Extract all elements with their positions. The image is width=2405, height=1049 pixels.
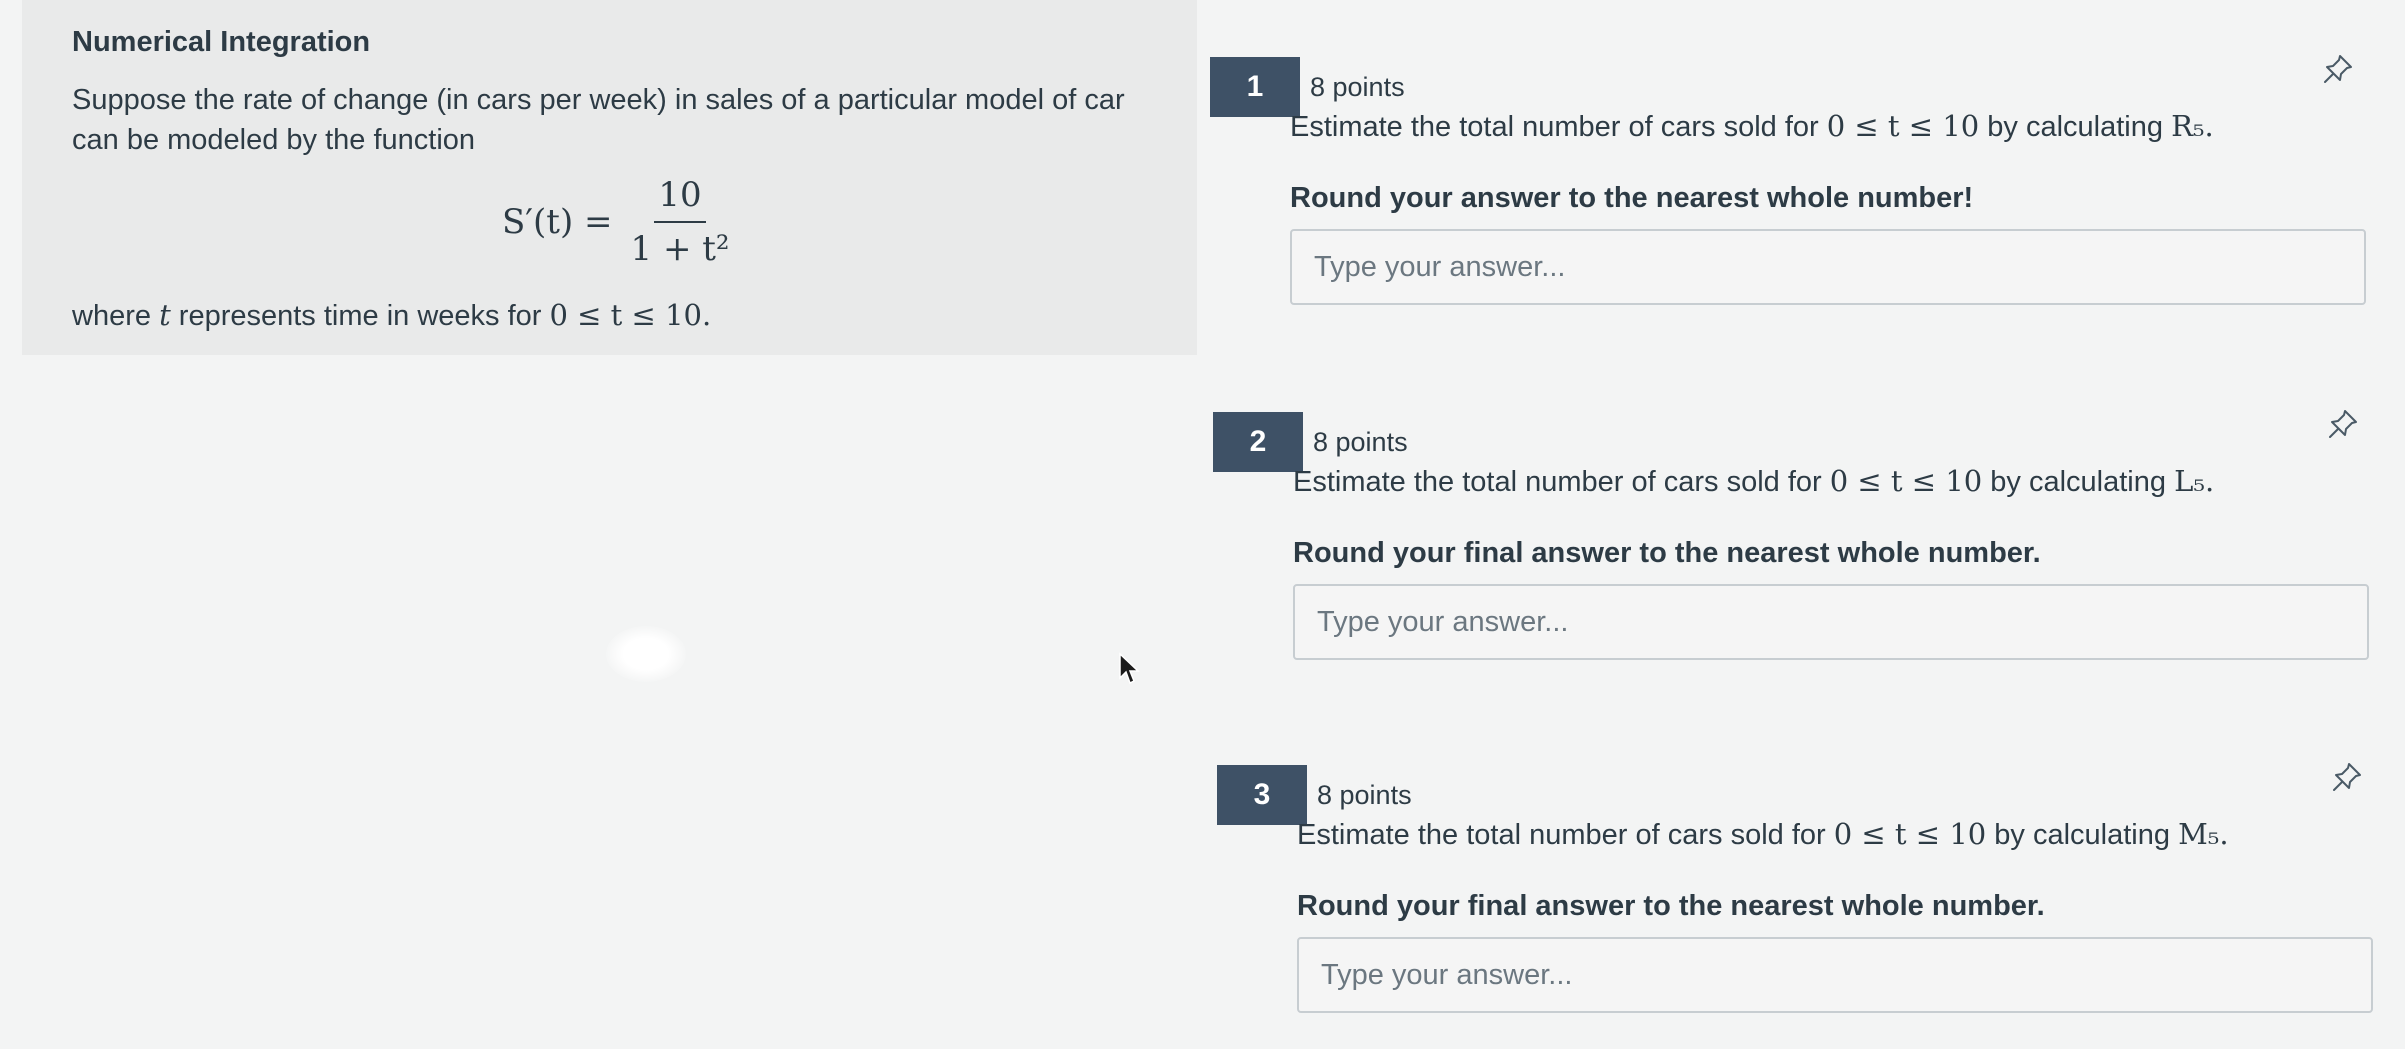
- prompt-prefix: Estimate the total number of cars sold f…: [1297, 819, 1826, 851]
- prompt-range: 0 ≤ t ≤ 10: [1826, 109, 1980, 143]
- question-number-badge: 1: [1210, 57, 1300, 117]
- prompt-range: 0 ≤ t ≤ 10: [1833, 817, 1987, 851]
- intro-line-1: Suppose the rate of change (in cars per …: [72, 84, 1125, 116]
- question-2: 2 8 points Estimate the total number of …: [1213, 410, 2393, 672]
- prompt-method: R₅.: [2171, 109, 2214, 143]
- prompt-range: 0 ≤ t ≤ 10: [1829, 464, 1983, 498]
- question-prompt: Estimate the total number of cars sold f…: [1293, 464, 2214, 499]
- quiz-page: Numerical Integration Suppose the rate o…: [0, 0, 2405, 1049]
- pin-icon[interactable]: [2329, 759, 2365, 795]
- question-prompt: Estimate the total number of cars sold f…: [1297, 817, 2229, 852]
- pin-icon[interactable]: [2320, 51, 2356, 87]
- section-title: Numerical Integration: [72, 26, 371, 58]
- prompt-middle: by calculating: [1987, 111, 2164, 143]
- formula-lhs: S′(t) =: [502, 202, 613, 242]
- where-text: where t represents time in weeks for 0 ≤…: [72, 298, 711, 333]
- question-instruction: Round your final answer to the nearest w…: [1293, 537, 2041, 569]
- screen-glare: [606, 626, 686, 682]
- formula-fraction: 10 1 + t²: [631, 175, 730, 269]
- question-points: 8 points: [1313, 427, 1408, 457]
- prompt-prefix: Estimate the total number of cars sold f…: [1290, 111, 1819, 143]
- question-number-badge: 2: [1213, 412, 1303, 472]
- question-prompt: Estimate the total number of cars sold f…: [1290, 109, 2214, 144]
- prompt-middle: by calculating: [1994, 819, 2171, 851]
- question-points: 8 points: [1317, 780, 1412, 810]
- formula-denominator: 1 + t²: [630, 229, 730, 269]
- intro-text: Suppose the rate of change (in cars per …: [72, 80, 1132, 160]
- question-instruction: Round your final answer to the nearest w…: [1297, 890, 2045, 922]
- formula-numerator: 10: [654, 175, 706, 223]
- prompt-method: M₅.: [2178, 817, 2229, 851]
- question-number-badge: 3: [1217, 765, 1307, 825]
- where-suffix: represents time in weeks for: [178, 300, 542, 332]
- answer-input[interactable]: [1297, 937, 2373, 1013]
- question-1: 1 8 points Estimate the total number of …: [1210, 55, 2390, 317]
- prompt-method: L₅.: [2174, 464, 2215, 498]
- answer-input[interactable]: [1290, 229, 2366, 305]
- rate-formula: S′(t) = 10 1 + t²: [502, 175, 730, 269]
- where-variable: t: [159, 298, 171, 332]
- prompt-prefix: Estimate the total number of cars sold f…: [1293, 466, 1822, 498]
- answer-input[interactable]: [1293, 584, 2369, 660]
- where-prefix: where: [72, 300, 151, 332]
- prompt-middle: by calculating: [1990, 466, 2167, 498]
- question-instruction: Round your answer to the nearest whole n…: [1290, 182, 1974, 214]
- pin-icon[interactable]: [2325, 406, 2361, 442]
- question-3: 3 8 points Estimate the total number of …: [1217, 763, 2397, 1025]
- mouse-cursor-icon: [1119, 652, 1140, 685]
- intro-line-2: can be modeled by the function: [72, 124, 476, 156]
- where-range: 0 ≤ t ≤ 10.: [549, 298, 712, 332]
- question-points: 8 points: [1310, 72, 1405, 102]
